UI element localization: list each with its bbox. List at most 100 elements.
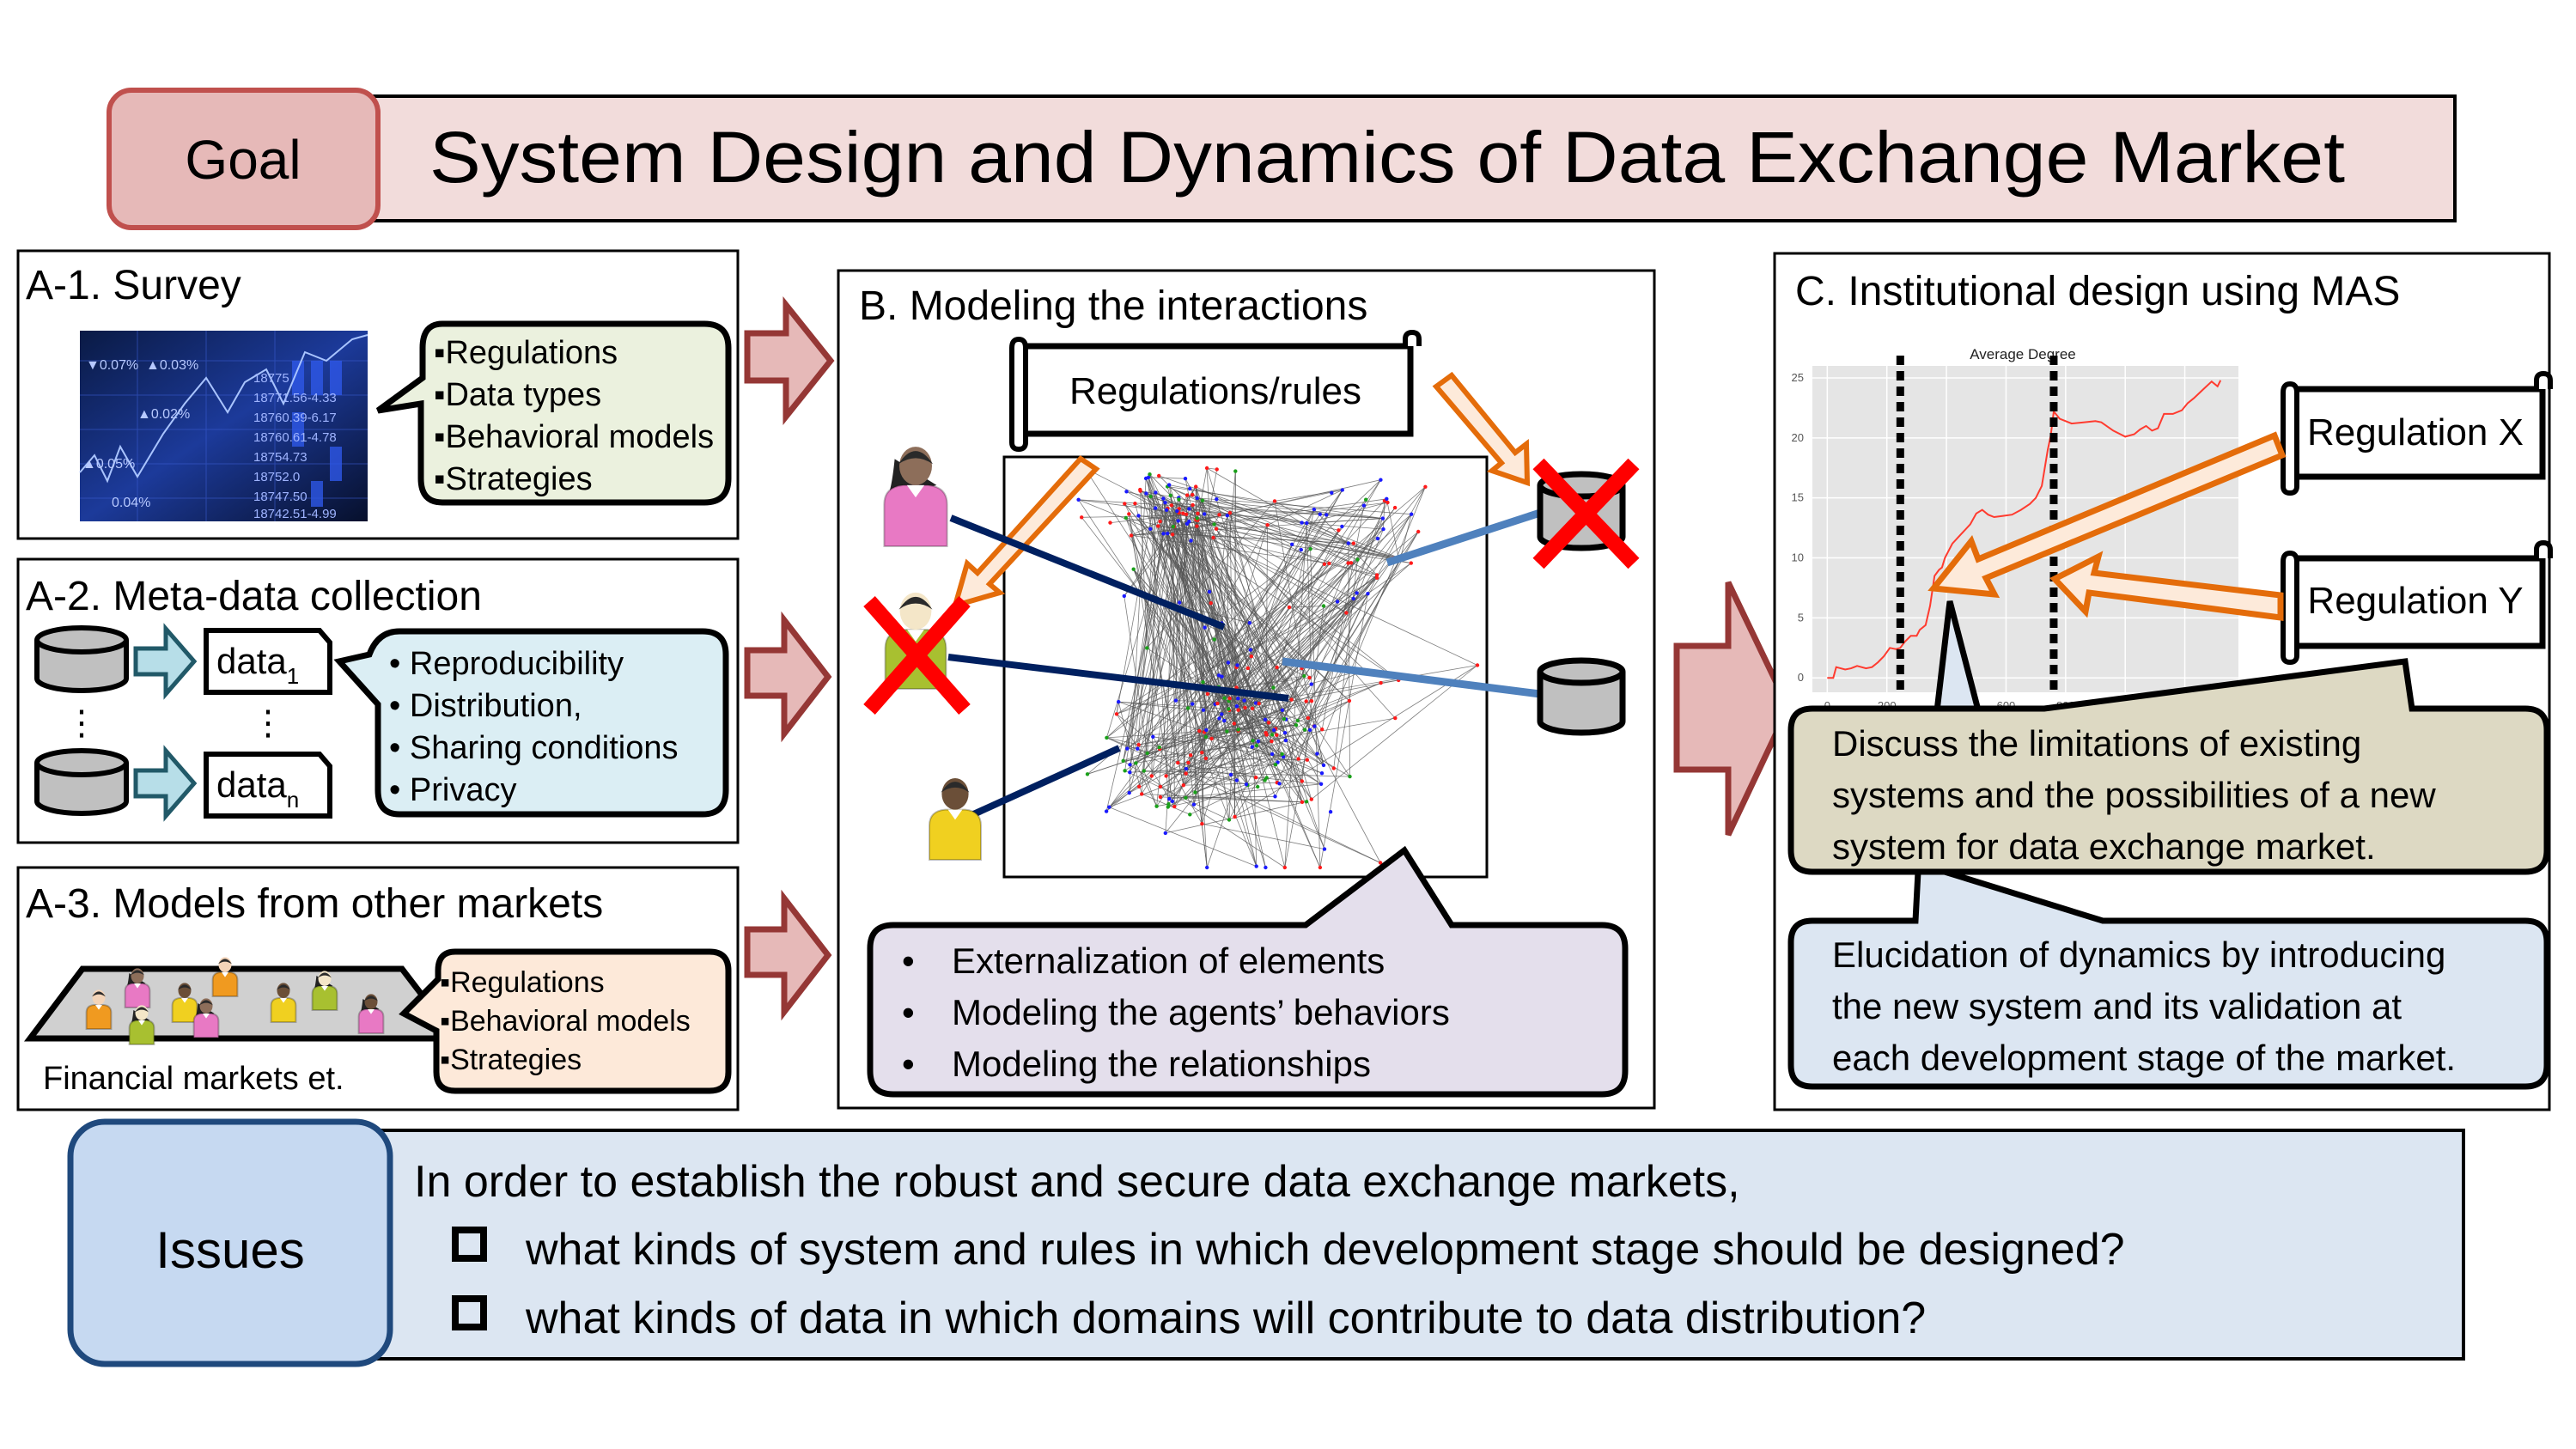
network-node — [1133, 502, 1137, 506]
network-node — [1327, 561, 1331, 566]
network-node — [1309, 699, 1314, 703]
network-node — [1355, 557, 1360, 562]
network-node — [1157, 473, 1161, 478]
network-node — [1305, 521, 1309, 526]
ticker-number: 18760.61-4.78 — [253, 430, 337, 445]
network-node — [1212, 522, 1216, 527]
network-node — [1163, 831, 1168, 836]
network-node — [1234, 704, 1239, 709]
network-node — [1125, 746, 1130, 751]
ticker-percent: ▲0.02% — [137, 407, 190, 422]
network-node — [1217, 716, 1221, 721]
network-node — [1134, 761, 1138, 765]
network-node — [1265, 523, 1270, 527]
network-node — [1295, 718, 1300, 723]
a1-title: A-1. Survey — [26, 263, 241, 308]
network-node — [1123, 769, 1127, 773]
network-node — [1154, 506, 1158, 510]
c-title: C. Institutional design using MAS — [1795, 269, 2400, 314]
network-node — [1309, 797, 1314, 801]
network-node — [1085, 772, 1090, 776]
network-node — [1233, 469, 1238, 473]
network-node — [1289, 697, 1294, 702]
network-node — [1217, 513, 1221, 517]
network-node — [1204, 466, 1209, 471]
network-node — [1296, 757, 1300, 761]
network-node — [1344, 611, 1349, 615]
network-node — [1416, 529, 1421, 534]
network-node — [1156, 524, 1160, 528]
section-a3-other-markets: A-3. Models from other markets Financial… — [16, 866, 740, 1111]
a3-caption: Financial markets et. — [43, 1061, 344, 1097]
network-node — [1188, 813, 1192, 817]
network-node — [1209, 601, 1213, 606]
network-node — [1184, 771, 1188, 776]
network-node — [1222, 696, 1227, 700]
network-node — [1144, 491, 1148, 496]
vertical-ellipsis: ⋮ — [64, 704, 99, 742]
network-node — [1340, 488, 1345, 492]
network-node — [1121, 758, 1125, 763]
network-node — [1264, 731, 1268, 735]
issue-item: what kinds of data in which domains will… — [452, 1294, 1926, 1343]
network-node — [1203, 625, 1207, 630]
chart-ytick-label: 20 — [1792, 431, 1804, 444]
discuss-text: Discuss the limitations of existing syst… — [1832, 723, 2436, 867]
network-node — [1129, 533, 1134, 538]
network-node — [1163, 501, 1167, 505]
network-node — [1410, 512, 1414, 516]
network-node — [1200, 751, 1204, 755]
network-node — [1312, 724, 1317, 728]
network-node — [1312, 507, 1317, 512]
network-node — [1361, 503, 1367, 508]
average-degree-chart: 0510152025020040060080010001200 Average … — [1792, 346, 2238, 712]
network-node — [1214, 527, 1219, 531]
discuss-line: Discuss the limitations of existing — [1832, 723, 2361, 764]
a3-bullet: ▪Strategies — [440, 1044, 582, 1076]
network-node — [1282, 731, 1288, 735]
network-node — [1364, 497, 1368, 502]
issue-item-text: what kinds of system and rules in which … — [525, 1225, 2125, 1275]
elucidation-line: Elucidation of dynamics by introducing — [1832, 935, 2445, 975]
arrow-right-icon — [1673, 581, 1792, 837]
network-node — [1351, 596, 1355, 601]
network-node — [1140, 792, 1144, 796]
network-node — [1124, 515, 1129, 521]
network-node — [1145, 751, 1149, 756]
ticker-number: 18747.50 — [253, 490, 308, 504]
network-node — [1161, 532, 1166, 536]
network-node — [1290, 542, 1294, 546]
network-node — [1307, 728, 1312, 733]
network-node — [1280, 708, 1285, 712]
ticker-percent: ▲0.03% — [146, 358, 198, 373]
network-node — [1225, 514, 1230, 518]
network-node — [1212, 637, 1216, 642]
regulation-x-scroll: Regulation X — [2281, 370, 2553, 496]
network-node — [1325, 513, 1329, 517]
network-node — [1203, 734, 1209, 740]
network-node — [1205, 691, 1210, 697]
a2-title: A-2. Meta-data collection — [26, 574, 482, 619]
network-node — [1184, 521, 1190, 526]
network-node — [1196, 511, 1200, 515]
network-node — [1191, 502, 1195, 508]
network-node — [1187, 507, 1191, 511]
network-node — [1184, 512, 1189, 516]
network-node — [1225, 729, 1229, 734]
network-node — [1215, 701, 1220, 706]
network-node — [1154, 804, 1159, 808]
b-bullet: • Externalization of elements — [902, 941, 1385, 981]
network-node — [1299, 547, 1304, 552]
network-node — [1157, 745, 1161, 750]
network-node — [1169, 503, 1174, 508]
network-node — [1220, 674, 1224, 679]
flow-arrows-a-to-b — [744, 296, 835, 1021]
network-node — [1175, 508, 1179, 514]
network-node — [1270, 733, 1275, 737]
network-node — [1304, 800, 1309, 804]
network-node — [1191, 492, 1195, 497]
ticker-number: 18775 — [253, 371, 289, 386]
network-node — [1203, 756, 1209, 761]
issues-intro: In order to establish the robust and sec… — [414, 1157, 1740, 1207]
discuss-line: system for data exchange market. — [1832, 826, 2376, 867]
